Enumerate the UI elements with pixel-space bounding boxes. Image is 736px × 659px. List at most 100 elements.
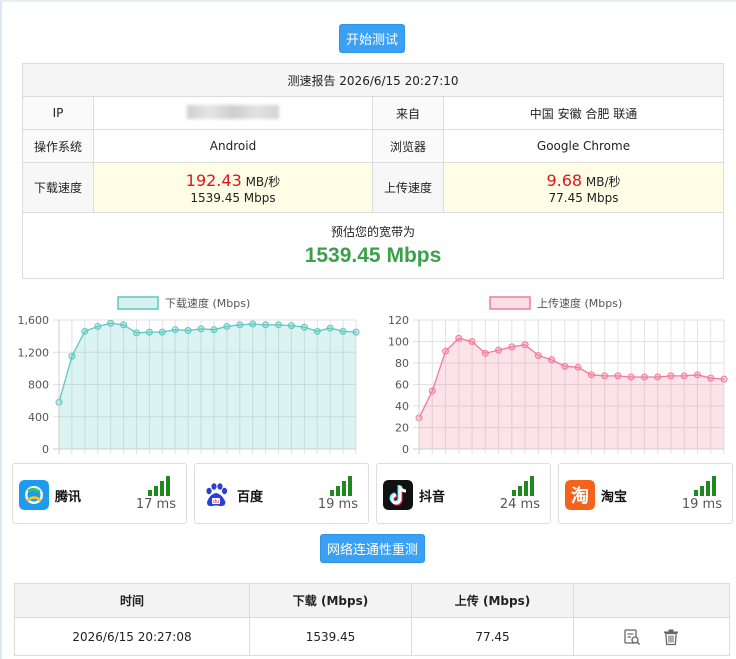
y-tick-label: 1,600 [18,314,50,327]
service-name: 腾讯 [55,490,82,505]
data-point [495,346,503,354]
data-point [339,327,347,335]
y-tick-label: 40 [395,400,409,413]
download-speed-unit: MB/秒 [245,174,281,189]
data-point [587,371,595,379]
service-card-baidu: du 百度 19 ms [194,463,369,524]
upload-speed-value: 9.68 [546,170,583,190]
legend-swatch [489,296,531,310]
data-point [534,351,542,359]
service-name: 抖音 [419,490,446,505]
y-tick-label: 0 [402,443,409,456]
douyin-icon [383,480,413,510]
top-frame-border [0,0,736,2]
data-point [614,372,622,380]
y-tick-label: 100 [388,336,409,349]
table-row: 2026/6/15 20:27:08 1539.45 77.45 [14,617,730,656]
download-speed-value: 192.43 [185,170,242,190]
service-name: 百度 [237,490,264,505]
ip-blurred [187,104,279,119]
data-point [627,373,635,381]
left-frame-border [0,0,2,659]
row-upload: 77.45 [411,617,574,656]
data-point [468,338,476,345]
data-point [145,328,153,336]
data-point [300,323,308,331]
data-point [574,363,582,371]
y-tick-label: 80 [395,357,409,370]
row-actions [573,617,730,656]
upload-speed-chart: 上传速度 (Mbps) 0 20 40 60 80 100 120 [388,296,728,456]
service-latency: 19 ms [681,497,722,512]
estimate-label: 预估您的宽带为 [330,224,415,239]
data-point [326,324,334,332]
data-point [94,322,102,330]
data-point [236,321,244,329]
delete-trash-icon[interactable] [662,628,680,646]
from-value: 中国 安徽 合肥 联通 [443,96,724,131]
ip-value [93,96,373,131]
download-cell: 192.43 MB/秒 1539.45 Mbps [93,162,373,213]
ip-label: IP [22,96,94,131]
taobao-icon: 淘 [565,480,595,510]
results-table: 时间 下载 (Mbps) 上传 (Mbps) 2026/6/15 20:27:0… [14,583,730,656]
estimate-cell: 预估您的宽带为 1539.45 Mbps [22,211,724,280]
data-point [132,329,140,337]
data-point [521,341,529,349]
data-point [693,371,701,379]
data-point [601,372,609,380]
data-point [667,372,675,380]
data-point [548,356,556,364]
data-point [442,347,450,355]
data-point [158,328,166,336]
data-point [508,343,516,351]
data-point [275,321,283,329]
data-point [68,352,76,360]
browser-label: 浏览器 [372,129,444,164]
start-test-button[interactable]: 开始测试 [339,24,405,53]
series-area [59,323,356,449]
os-value: Android [93,129,373,164]
baidu-icon: du [201,480,231,510]
y-tick-label: 800 [28,379,49,392]
service-card-taobao: 淘 淘宝 19 ms [558,463,733,524]
col-header-actions [573,583,730,618]
signal-bars-icon [148,476,170,496]
data-point [184,326,192,334]
service-card-tencent: 腾讯 17 ms [12,463,187,524]
data-point [107,319,115,327]
retest-connectivity-button[interactable]: 网络连通性重测 [320,534,425,563]
y-tick-label: 120 [388,314,409,327]
col-header-upload: 上传 (Mbps) [411,583,574,618]
data-point [249,320,257,328]
data-point [720,375,728,383]
estimate-value: 1539.45 Mbps [304,243,442,267]
from-label: 来自 [372,96,444,131]
col-header-download: 下载 (Mbps) [249,583,412,618]
signal-bars-icon [694,476,716,496]
data-point [680,372,688,380]
service-latency: 17 ms [135,497,176,512]
data-point [707,374,715,382]
col-header-time: 时间 [14,583,250,618]
y-tick-label: 20 [395,422,409,435]
browser-value: Google Chrome [443,129,724,164]
y-tick-label: 400 [28,411,49,424]
svg-text:淘: 淘 [571,485,589,507]
data-point [654,373,662,381]
data-point [352,328,360,336]
view-details-icon[interactable] [623,628,641,646]
data-point [561,362,569,370]
data-point [481,349,489,357]
data-point [120,321,128,329]
data-point [223,322,231,330]
service-latency: 19 ms [317,497,358,512]
data-point [81,327,89,335]
data-point [428,387,436,395]
report-title: 测速报告 2026/6/15 20:27:10 [22,62,724,98]
y-tick-label: 1,200 [18,346,50,359]
y-tick-label: 0 [42,443,49,456]
y-tick-label: 60 [395,379,409,392]
data-point [640,373,648,381]
upload-speed-unit: MB/秒 [585,174,621,189]
